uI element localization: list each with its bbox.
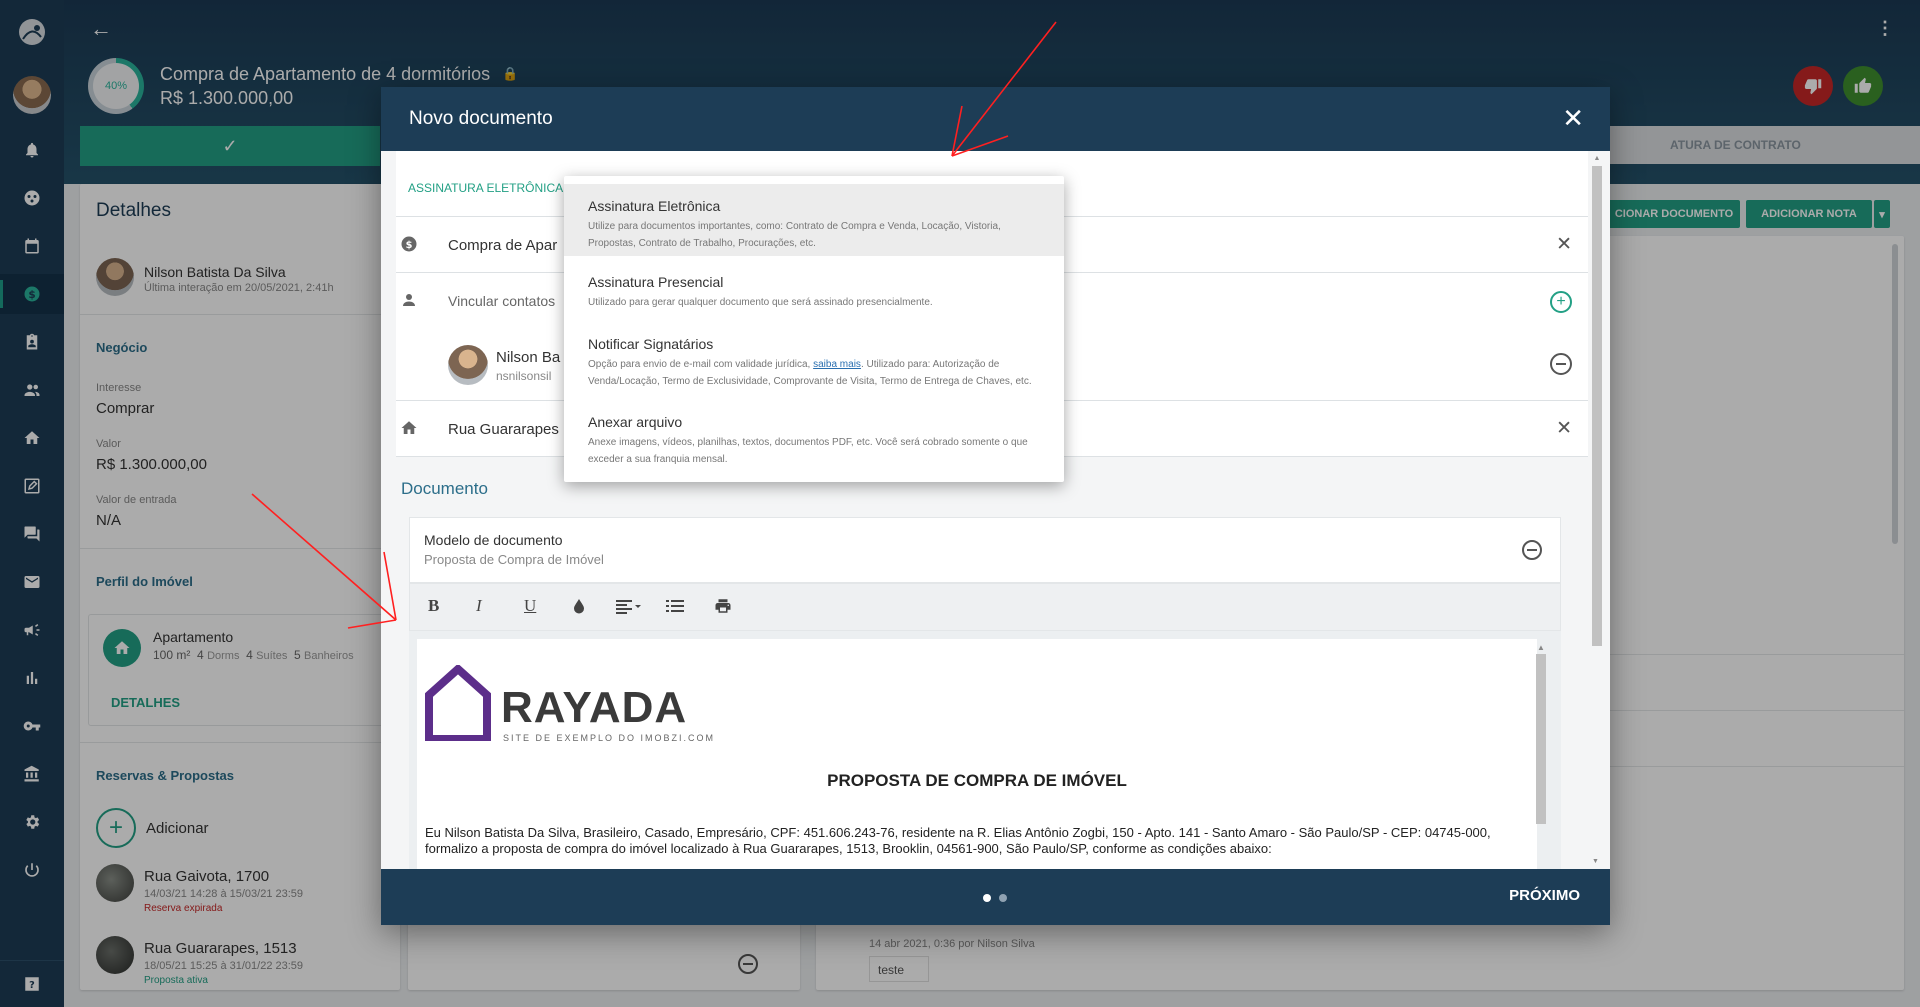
signature-type-menu: Assinatura Eletrônica Utilize para docum…: [564, 176, 1064, 482]
svg-text:$: $: [406, 240, 413, 251]
close-icon[interactable]: ✕: [1556, 417, 1572, 440]
link-contacts-label: Vincular contatos: [448, 293, 556, 309]
menu-item-desc: Anexe imagens, vídeos, planilhas, textos…: [588, 437, 1028, 465]
menu-item-desc: Utilizado para gerar qualquer documento …: [588, 297, 933, 308]
menu-item-electronic-signature[interactable]: Assinatura Eletrônica Utilize para docum…: [564, 184, 1064, 256]
menu-item-title: Assinatura Presencial: [588, 274, 724, 290]
property-row-label: Rua Guararapes: [448, 421, 559, 438]
menu-item-title: Anexar arquivo: [588, 414, 683, 430]
menu-item-title: Assinatura Eletrônica: [588, 198, 721, 214]
modal-title: Novo documento: [409, 108, 553, 129]
italic-button[interactable]: I: [476, 596, 482, 616]
contact-email: nsnilsonsil: [496, 369, 552, 383]
house-logo-icon: [425, 665, 491, 741]
modal-header: Novo documento ✕: [381, 87, 1610, 151]
person-icon: [400, 291, 418, 314]
template-value: Proposta de Compra de Imóvel: [424, 552, 604, 567]
remove-template-button[interactable]: [1522, 540, 1542, 560]
close-icon[interactable]: ✕: [1562, 103, 1584, 134]
menu-item-notify-signers[interactable]: Notificar Signatários Opção para envio d…: [564, 326, 1064, 402]
menu-item-desc: Utilize para documentos importantes, com…: [588, 221, 1001, 249]
print-icon[interactable]: [714, 597, 732, 620]
menu-item-desc: Opção para envio de e-mail com validade …: [588, 359, 1032, 387]
editor-scrollbar[interactable]: ▲: [1535, 643, 1547, 853]
document-paragraph: Eu Nilson Batista Da Silva, Brasileiro, …: [425, 825, 1491, 856]
tab-signature[interactable]: ASSINATURA ELETRÔNICA: [408, 181, 563, 195]
add-contact-button[interactable]: +: [1550, 291, 1572, 313]
contact-name: Nilson Ba: [496, 349, 561, 366]
menu-item-in-person-signature[interactable]: Assinatura Presencial Utilizado para ger…: [564, 266, 1064, 326]
next-button[interactable]: PRÓXIMO: [1509, 887, 1580, 904]
close-icon[interactable]: ✕: [1556, 233, 1572, 256]
contact-avatar: [448, 345, 488, 385]
editor-area: RAYADA SITE DE EXEMPLO DO IMOBZI.COM PRO…: [409, 631, 1561, 869]
modal-scrollbar[interactable]: ▲ ▼: [1592, 155, 1602, 865]
template-label: Modelo de documento: [424, 532, 563, 548]
brand-tagline: SITE DE EXEMPLO DO IMOBZI.COM: [503, 733, 716, 743]
list-icon[interactable]: [666, 598, 684, 619]
bold-button[interactable]: B: [428, 596, 439, 616]
step-dot-active: [983, 894, 991, 902]
dollar-circle-icon: $: [400, 235, 418, 258]
modal-footer: PRÓXIMO: [381, 869, 1610, 925]
learn-more-link[interactable]: saiba mais: [813, 359, 861, 370]
remove-contact-button[interactable]: [1550, 353, 1572, 375]
document-heading: Documento: [401, 479, 488, 498]
template-select[interactable]: Modelo de documento Proposta de Compra d…: [409, 517, 1561, 583]
home-icon: [400, 419, 418, 442]
brand-name: RAYADA: [501, 683, 688, 732]
color-drop-icon[interactable]: [572, 598, 586, 619]
document-page[interactable]: RAYADA SITE DE EXEMPLO DO IMOBZI.COM PRO…: [417, 639, 1537, 869]
document-heading-text: PROPOSTA DE COMPRA DE IMÓVEL: [827, 771, 1127, 790]
editor-toolbar: B I U: [409, 583, 1561, 631]
menu-item-attach-file[interactable]: Anexar arquivo Anexe imagens, vídeos, pl…: [564, 404, 1064, 476]
step-dot: [999, 894, 1007, 902]
menu-item-title: Notificar Signatários: [588, 336, 714, 352]
underline-button[interactable]: U: [524, 596, 536, 616]
deal-row-label: Compra de Apar: [448, 237, 558, 254]
align-icon[interactable]: [616, 598, 642, 619]
